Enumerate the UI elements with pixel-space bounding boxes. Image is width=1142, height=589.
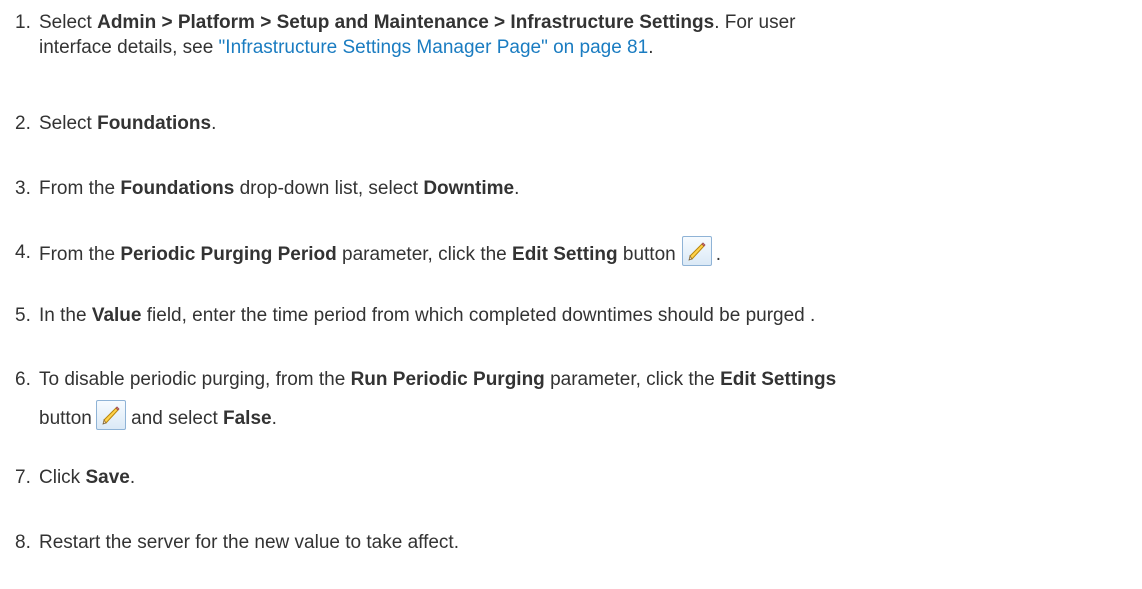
step-number: 3. xyxy=(15,178,31,199)
step-text: Select xyxy=(39,113,98,134)
step-text: Click xyxy=(39,467,86,488)
cross-reference-link[interactable]: "Infrastructure Settings Manager Page" o… xyxy=(219,37,649,58)
step-text: . For user xyxy=(714,12,796,33)
step-text: . xyxy=(129,467,136,488)
step-text: . xyxy=(271,408,277,429)
step-text: Restart the server for the new value to … xyxy=(39,532,459,553)
ui-term: Foundations xyxy=(97,113,212,134)
step-4: 4. From the Periodic Purging Period param… xyxy=(15,236,1135,267)
step-number: 5. xyxy=(15,305,31,326)
menu-path: Admin > Platform > Setup and Maintenance… xyxy=(97,12,715,33)
step-text: To disable periodic purging, from the xyxy=(39,369,351,390)
step-text: field, enter the time period from which … xyxy=(141,305,816,326)
step-number: 2. xyxy=(15,113,31,134)
step-number: 6. xyxy=(15,369,31,390)
step-text: From the xyxy=(39,244,121,265)
pencil-icon xyxy=(102,406,120,425)
step-number: 8. xyxy=(15,532,31,553)
ui-term: Value xyxy=(91,305,142,326)
step-text: . xyxy=(648,37,654,58)
step-1: 1. Select Admin > Platform > Setup and Ma… xyxy=(15,10,1135,60)
ui-term: Run Periodic Purging xyxy=(350,369,545,390)
step-text: parameter, click the xyxy=(336,244,513,265)
step-text: . xyxy=(211,113,217,134)
ui-term: Periodic Purging Period xyxy=(120,244,337,265)
step-5: 5. In the Value field, enter the time per… xyxy=(15,303,1135,328)
step-text: interface details, see xyxy=(39,37,219,58)
ui-term: Edit Setting xyxy=(512,244,618,265)
ui-term: Edit Settings xyxy=(720,369,837,390)
step-text: button xyxy=(39,408,92,429)
pencil-icon xyxy=(688,242,706,261)
step-7: 7. Click Save. xyxy=(15,465,1135,490)
ui-term: Downtime xyxy=(423,178,515,199)
step-text: From the xyxy=(39,178,121,199)
step-number: 4. xyxy=(15,242,31,263)
ui-term: Save xyxy=(85,467,130,488)
step-text: parameter, click the xyxy=(544,369,721,390)
step-8: 8. Restart the server for the new value t… xyxy=(15,530,1135,555)
step-text: . xyxy=(514,178,520,199)
step-number: 1. xyxy=(15,12,31,33)
step-text: drop-down list, select xyxy=(234,178,424,199)
step-2: 2. Select Foundations. xyxy=(15,111,1135,136)
step-text: In the xyxy=(39,305,92,326)
step-number: 7. xyxy=(15,467,31,488)
step-text: and select xyxy=(125,408,223,429)
ui-term: False xyxy=(223,408,272,429)
step-text: . xyxy=(715,244,721,265)
step-text: Select xyxy=(39,12,98,33)
step-3: 3. From the Foundations drop-down list, s… xyxy=(15,176,1135,201)
step-text: button xyxy=(617,244,676,265)
step-6: 6. To disable periodic purging, from the … xyxy=(15,367,1135,431)
edit-settings-button[interactable] xyxy=(95,400,126,430)
edit-setting-button[interactable] xyxy=(681,236,712,266)
ui-term: Foundations xyxy=(120,178,235,199)
